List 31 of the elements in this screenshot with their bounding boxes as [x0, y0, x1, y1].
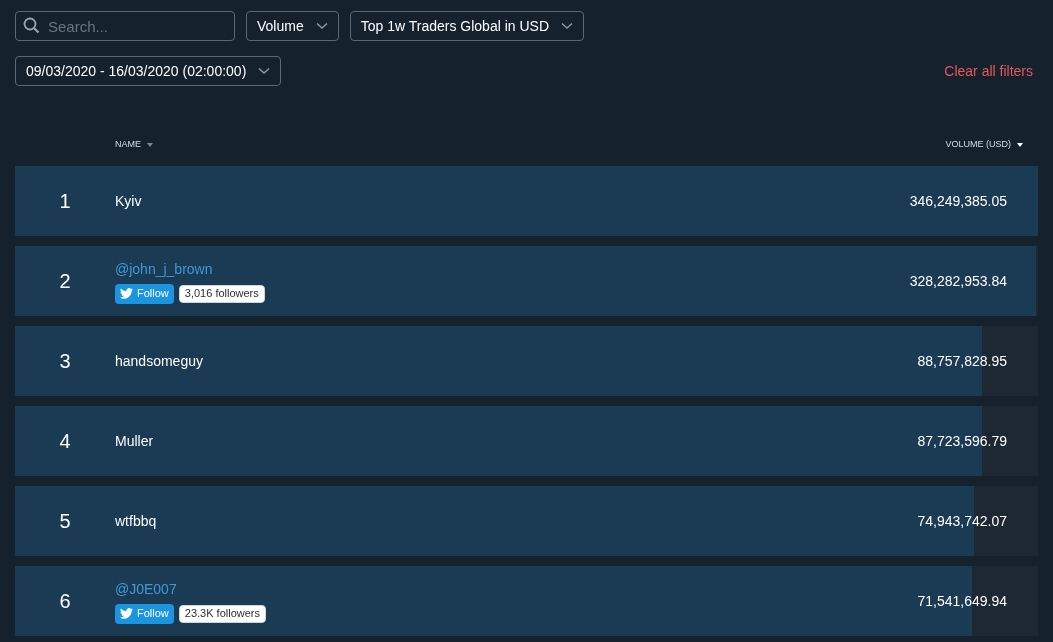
trader-name: Kyiv	[115, 191, 142, 211]
volume-value: 346,249,385.05	[909, 191, 1007, 211]
rank-number: 4	[58, 429, 72, 454]
column-header[interactable]: NAME	[115, 138, 141, 152]
trader-name: wtfbbq	[115, 511, 157, 531]
search-field[interactable]: Search...	[15, 11, 235, 41]
filter-dropdown[interactable]: Top 1w Traders Global in USD	[349, 11, 584, 41]
volume-value: 88,757,828.95	[917, 351, 1007, 371]
clear-filters-link[interactable]: Clear all filters	[944, 60, 1033, 82]
search-icon	[23, 17, 40, 34]
date-range-dropdown[interactable]: 09/03/2020 - 16/03/2020 (02:00:00)	[15, 56, 282, 86]
rank-number: 6	[58, 589, 72, 614]
rank-number: 2	[58, 269, 72, 294]
chevron-down-icon	[315, 22, 328, 30]
twitter-handle-link[interactable]: @john_j_brown	[115, 258, 265, 280]
chevron-down-icon	[258, 67, 271, 75]
volume-value: 328,282,953.84	[909, 271, 1007, 291]
filter-dropdown[interactable]: Volume	[246, 11, 339, 41]
rank-number: 3	[58, 349, 72, 374]
volume-value: 71,541,649.94	[917, 591, 1007, 611]
volume-value: 74,943,742.07	[917, 511, 1007, 531]
trader-name: Muller	[115, 431, 154, 451]
volume-value: 87,723,596.79	[917, 431, 1007, 451]
chevron-down-icon	[561, 22, 573, 30]
column-header[interactable]: VOLUME (USD)	[945, 138, 1011, 152]
rank-number: 5	[58, 509, 72, 534]
bird-icon	[120, 288, 133, 299]
twitter-handle-link[interactable]: @J0E007	[115, 578, 266, 600]
rank-number: 1	[58, 189, 72, 214]
trader-name: handsomeguy	[115, 351, 203, 371]
bird-icon	[120, 608, 133, 619]
